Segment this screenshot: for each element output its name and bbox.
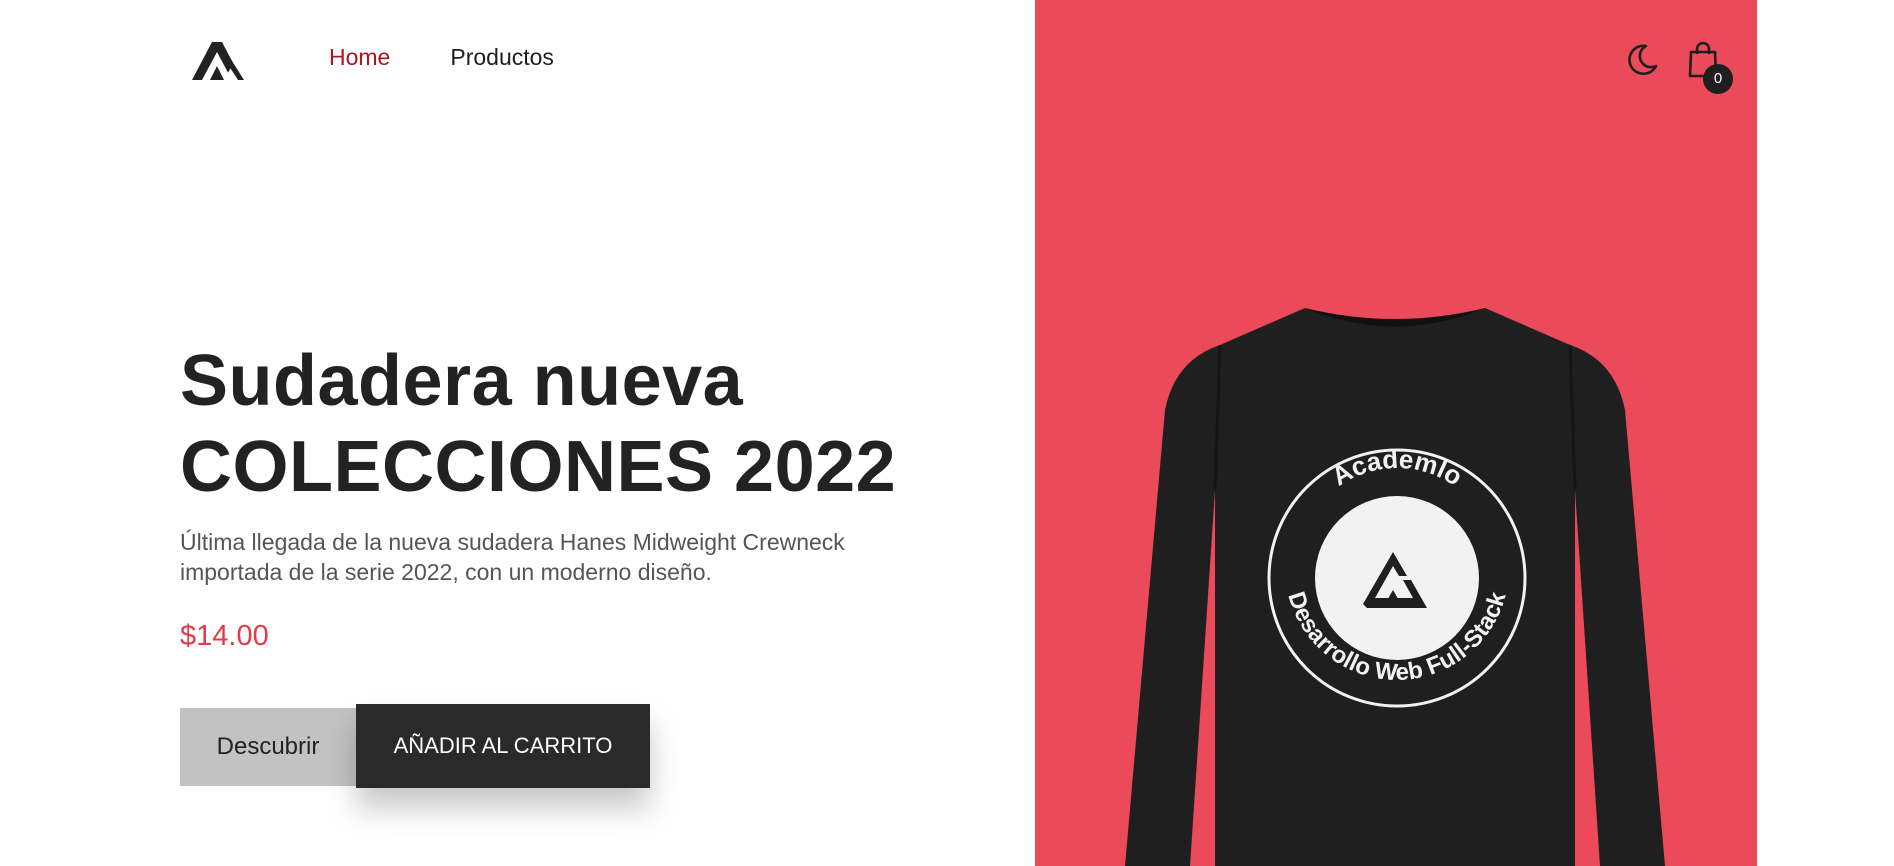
moon-icon[interactable] bbox=[1624, 42, 1660, 78]
page: Academlo Desarrollo Web Full-Stack Home … bbox=[0, 0, 1894, 866]
hero-title: Sudadera nueva COLECCIONES 2022 bbox=[180, 338, 940, 510]
nav-productos[interactable]: Productos bbox=[450, 44, 554, 71]
discover-button[interactable]: Descubrir bbox=[180, 708, 356, 786]
academlo-logo-icon[interactable] bbox=[190, 38, 246, 82]
product-price: $14.00 bbox=[180, 620, 269, 652]
hero-title-line2: COLECCIONES 2022 bbox=[180, 427, 897, 507]
hero-description: Última llegada de la nueva sudadera Hane… bbox=[180, 529, 845, 585]
main-nav: Home Productos bbox=[329, 44, 554, 71]
hero-image-panel: Academlo Desarrollo Web Full-Stack bbox=[1035, 0, 1757, 866]
nav-home[interactable]: Home bbox=[329, 44, 390, 71]
hero-title-line1: Sudadera nueva bbox=[180, 341, 744, 421]
sweater-image: Academlo Desarrollo Web Full-Stack bbox=[1125, 308, 1665, 866]
add-to-cart-button[interactable]: AÑADIR AL CARRITO bbox=[356, 704, 650, 788]
cart-count-badge[interactable]: 0 bbox=[1703, 64, 1733, 94]
